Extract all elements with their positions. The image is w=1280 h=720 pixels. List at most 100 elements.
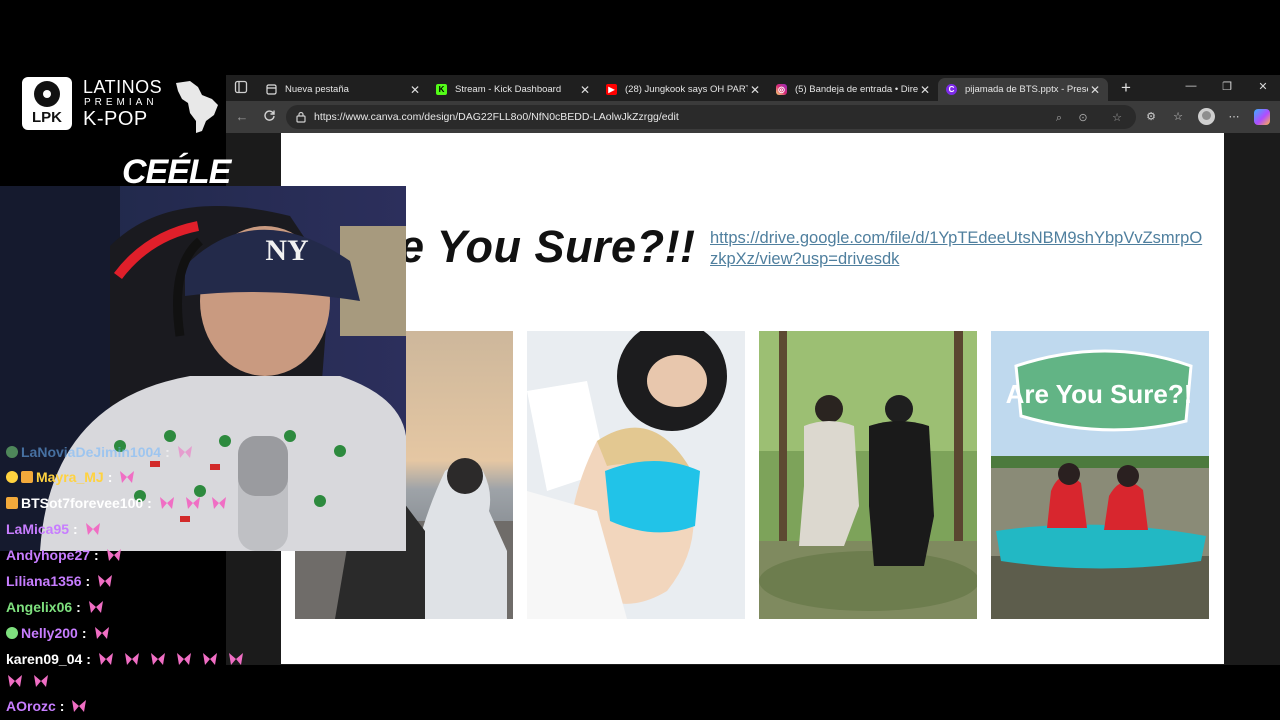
close-icon[interactable]: ✕ <box>748 83 762 97</box>
bow-emote-icon <box>34 675 48 687</box>
photo-forest <box>759 331 977 619</box>
crown-badge-icon <box>6 497 18 509</box>
window-close-button[interactable]: ✕ <box>1254 80 1272 96</box>
chat-message-wrap <box>6 669 58 693</box>
chat-message: Angelix06: <box>6 595 113 619</box>
chat-username: Liliana1356 <box>6 573 82 589</box>
tab-instagram[interactable]: ◎ (5) Bandeja de entrada • Direc ✕ <box>768 78 938 101</box>
ny-cap-logo: NY <box>265 234 309 267</box>
latin-america-map-icon <box>176 81 218 133</box>
bow-emote-icon <box>72 700 87 712</box>
chat-message: LaNoviaDeJimin1004: <box>6 440 202 464</box>
site-info-icon[interactable] <box>294 110 308 124</box>
restore-button[interactable]: ❐ <box>1218 80 1236 96</box>
favorites-icon[interactable]: ☆ <box>1171 110 1185 124</box>
tab-title: (5) Bandeja de entrada • Direc <box>795 84 918 95</box>
bow-emote-icon <box>185 497 200 509</box>
chat-message: Andyhope27: <box>6 543 131 567</box>
chat-username: Angelix06 <box>6 599 73 615</box>
close-icon[interactable]: ✕ <box>578 83 592 97</box>
vinyl-icon <box>34 81 60 107</box>
bow-emote-icon <box>159 497 174 509</box>
bow-emote-icon <box>94 627 109 639</box>
bow-emote-icon <box>98 575 113 587</box>
bow-emote-icon <box>106 549 121 561</box>
poster-title: Are You Sure?! <box>1006 379 1193 409</box>
browser-toolbar: ← https://www.canva.com/design/DAG22FLL8… <box>226 101 1280 133</box>
chat-username: Nelly200 <box>21 625 78 641</box>
bow-emote-icon <box>150 653 165 665</box>
tab-new-tab[interactable]: Nueva pestaña ✕ <box>258 78 428 101</box>
youtube-icon: ▶ <box>606 84 617 95</box>
tab-canva[interactable]: C pijamada de BTS.pptx - Presen ✕ <box>938 78 1108 101</box>
tab-title: Stream - Kick Dashboard <box>455 84 562 95</box>
gift-badge-icon <box>6 446 18 458</box>
refresh-icon[interactable] <box>261 109 277 125</box>
tab-youtube[interactable]: ▶ (28) Jungkook says OH PARTY ✕ <box>598 78 768 101</box>
favorite-star-icon[interactable]: ☆ <box>1110 111 1124 125</box>
logo-mark: LPK <box>32 109 62 126</box>
bow-emote-icon <box>202 653 217 665</box>
tab-title: (28) Jungkook says OH PARTY <box>625 84 748 95</box>
close-icon[interactable]: ✕ <box>1088 83 1102 97</box>
crown-badge-icon <box>21 471 33 483</box>
bow-emote-icon <box>124 653 139 665</box>
reader-icon[interactable]: ⊙ <box>1076 111 1090 125</box>
tab-title: Nueva pestaña <box>285 84 349 95</box>
chat-username: AOrozc <box>6 698 56 714</box>
address-bar[interactable]: https://www.canva.com/design/DAG22FLL8o0… <box>286 105 1136 129</box>
bow-emote-icon <box>211 497 226 509</box>
back-arrow-icon[interactable]: ← <box>234 109 250 125</box>
chat-message: Mayra_MJ: <box>6 465 144 489</box>
chat-username: LaNoviaDeJimin1004 <box>21 444 162 460</box>
bow-emote-icon <box>177 446 192 458</box>
chat-username: Mayra_MJ <box>36 469 104 485</box>
kick-icon: K <box>436 84 447 95</box>
photo-snow-selfie <box>527 331 745 619</box>
page-icon <box>266 84 277 95</box>
slide-title: e You Sure?!! <box>399 221 696 272</box>
canva-slide[interactable]: e You Sure?!! https://drive.google.com/f… <box>281 133 1224 664</box>
bow-emote-icon <box>8 675 22 687</box>
chat-overlay: LaNoviaDeJimin1004: Mayra_MJ: BTSot7fore… <box>0 443 270 720</box>
instagram-icon: ◎ <box>776 84 787 95</box>
bow-emote-icon <box>176 653 191 665</box>
chat-username: BTSot7forevee100 <box>21 495 144 511</box>
zoom-icon[interactable]: ⌕ <box>1052 111 1066 125</box>
stream-scene: Nueva pestaña ✕ K Stream - Kick Dashboar… <box>0 0 1280 720</box>
extensions-icon[interactable]: ⚙ <box>1144 110 1158 124</box>
close-icon[interactable]: ✕ <box>408 83 422 97</box>
chat-message: BTSot7forevee100: <box>6 491 236 515</box>
bow-emote-icon <box>120 471 135 483</box>
tab-strip: Nueva pestaña ✕ K Stream - Kick Dashboar… <box>226 75 1280 101</box>
bow-emote-icon <box>88 601 103 613</box>
logo-line-latinos: LATINOS <box>83 77 163 97</box>
canva-icon: C <box>946 84 957 95</box>
chat-message: LaMica95: <box>6 517 110 541</box>
chat-message: karen09_04: <box>6 647 253 671</box>
photo-are-you-sure-poster: Are You Sure?! <box>991 331 1209 619</box>
lpk-badge: LPK <box>22 77 72 130</box>
chat-message: Nelly200: <box>6 621 119 645</box>
chat-username: LaMica95 <box>6 521 70 537</box>
logo-line-kpop: K-POP <box>83 108 148 130</box>
chat-username: karen09_04 <box>6 651 83 667</box>
tab-actions-icon[interactable] <box>234 80 250 96</box>
copilot-icon[interactable] <box>1254 109 1270 125</box>
tab-title: pijamada de BTS.pptx - Presen <box>965 84 1088 95</box>
gift-badge-icon <box>6 627 18 639</box>
bow-emote-icon <box>98 653 113 665</box>
sub-badge-icon <box>6 471 18 483</box>
tab-kick-dashboard[interactable]: K Stream - Kick Dashboard ✕ <box>428 78 598 101</box>
lpk-logo: LPK LATINOS PREMIAN K-POP <box>22 77 222 133</box>
bow-emote-icon <box>85 523 100 535</box>
chat-message: Liliana1356: <box>6 569 122 593</box>
more-menu-icon[interactable]: ⋯ <box>1227 110 1241 124</box>
drive-link[interactable]: https://drive.google.com/file/d/1YpTEdee… <box>710 228 1210 270</box>
logo-line-premian: PREMIAN <box>84 97 158 108</box>
minimize-button[interactable]: — <box>1182 80 1200 96</box>
new-tab-button[interactable]: + <box>1116 78 1136 98</box>
profile-avatar[interactable] <box>1198 108 1215 125</box>
close-icon[interactable]: ✕ <box>918 83 932 97</box>
url-text: https://www.canva.com/design/DAG22FLL8o0… <box>314 111 679 123</box>
